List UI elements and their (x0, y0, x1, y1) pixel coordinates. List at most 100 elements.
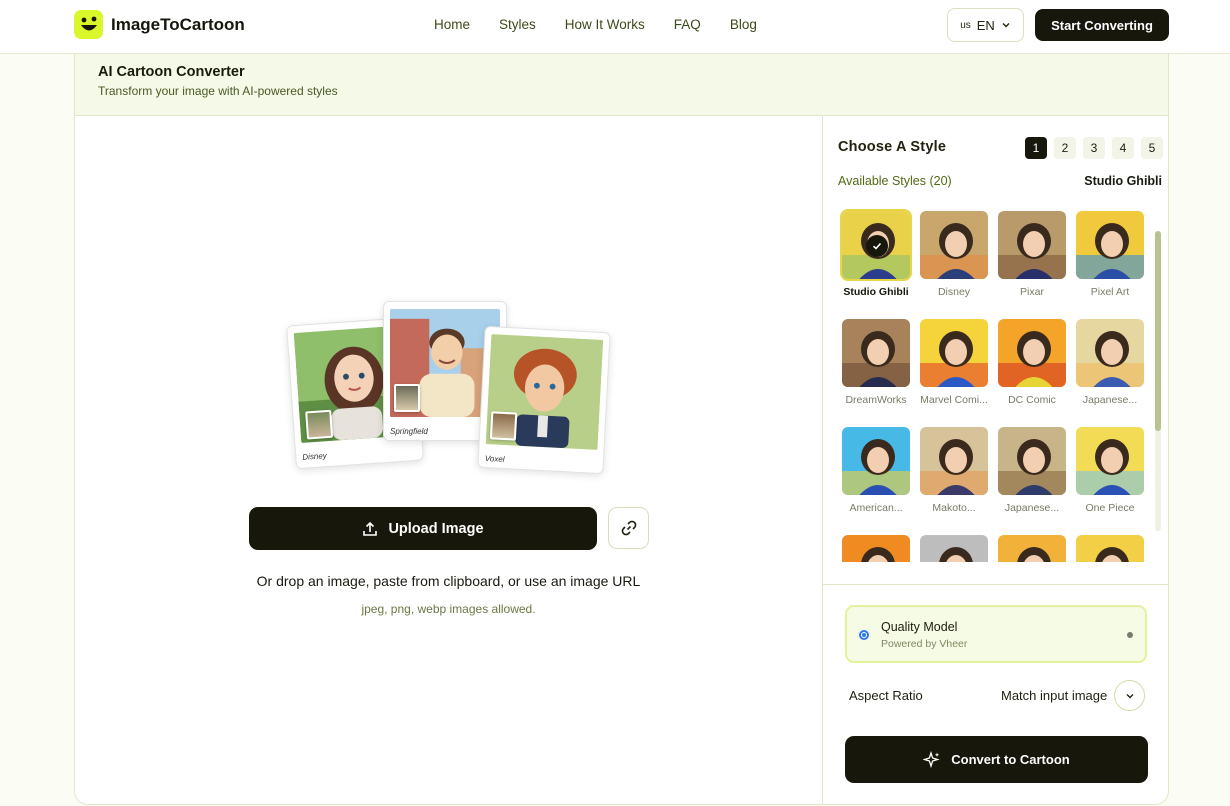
converter-header: AI Cartoon Converter Transform your imag… (75, 54, 1168, 116)
style-thumbnail (918, 425, 990, 497)
style-preview-image (998, 427, 1066, 495)
style-option[interactable]: Studio Ghibli (840, 209, 912, 298)
style-preview-image (1076, 319, 1144, 387)
quality-model-option[interactable]: Quality Model Powered by Vheer (845, 605, 1147, 663)
style-option-label: Japanese... (1082, 394, 1138, 406)
style-pane: Choose A Style 12345 Available Styles (2… (822, 116, 1168, 804)
style-page-5[interactable]: 5 (1141, 137, 1163, 159)
upload-image-button[interactable]: Upload Image (249, 507, 597, 550)
style-thumbnail (840, 533, 912, 562)
style-option[interactable] (918, 533, 990, 562)
style-preview-image (920, 211, 988, 279)
style-option-label: DreamWorks (845, 394, 907, 406)
style-preview-image (998, 211, 1066, 279)
divider (823, 584, 1168, 585)
model-provider: Powered by Vheer (881, 638, 968, 650)
converter-card: AI Cartoon Converter Transform your imag… (74, 54, 1169, 805)
style-option-label: Pixel Art (1090, 286, 1130, 298)
style-option[interactable]: Pixar (996, 209, 1068, 298)
style-option[interactable]: Japanese... (1074, 317, 1146, 406)
style-preview-image (998, 535, 1066, 562)
brand-name: ImageToCartoon (111, 14, 245, 34)
style-option-label: DC Comic (1008, 394, 1056, 406)
aspect-ratio-label: Aspect Ratio (849, 688, 923, 703)
style-option-label: Makoto... (932, 502, 976, 514)
style-option-label: Pixar (1020, 286, 1044, 298)
allowed-formats: jpeg, png, webp images allowed. (361, 602, 536, 616)
drop-instructions: Or drop an image, paste from clipboard, … (256, 573, 641, 589)
style-thumbnail (996, 209, 1068, 281)
nav-faq[interactable]: FAQ (674, 17, 701, 32)
status-dot-icon (1127, 632, 1133, 638)
style-preview-image (842, 535, 910, 562)
style-thumbnail (840, 425, 912, 497)
style-page-2[interactable]: 2 (1054, 137, 1076, 159)
style-option[interactable]: Marvel Comi... (918, 317, 990, 406)
style-thumbnail (840, 317, 912, 389)
style-option-label: One Piece (1085, 502, 1135, 514)
chevron-down-icon (1002, 23, 1010, 28)
aspect-ratio-value[interactable]: Match input image (1001, 688, 1107, 703)
style-option[interactable]: DreamWorks (840, 317, 912, 406)
start-converting-button[interactable]: Start Converting (1035, 9, 1169, 41)
sparkle-icon (923, 750, 940, 768)
style-thumbnail (996, 317, 1068, 389)
top-header: ImageToCartoon Home Styles How It Works … (0, 0, 1230, 54)
image-url-button[interactable] (608, 507, 649, 549)
nav-how-it-works[interactable]: How It Works (565, 17, 645, 32)
style-grid-scrollbar-thumb[interactable] (1155, 231, 1161, 431)
selected-style-name: Studio Ghibli (1084, 174, 1162, 188)
style-page-3[interactable]: 3 (1083, 137, 1105, 159)
style-option[interactable]: DC Comic (996, 317, 1068, 406)
convert-button-label: Convert to Cartoon (951, 752, 1070, 767)
nav-styles[interactable]: Styles (499, 17, 536, 32)
style-page-4[interactable]: 4 (1112, 137, 1134, 159)
flag-code: us (960, 19, 971, 31)
style-preview-image (1076, 211, 1144, 279)
style-pagination: 12345 (1025, 137, 1163, 159)
chevron-down-icon (1126, 693, 1133, 698)
language-code: EN (976, 17, 995, 33)
sample-illustration: Disney Springfield Voxel (285, 301, 615, 476)
style-preview-image (842, 427, 910, 495)
style-option[interactable] (1074, 533, 1146, 562)
upload-button-label: Upload Image (388, 520, 484, 537)
converter-subtitle: Transform your image with AI-powered sty… (98, 84, 338, 98)
link-icon (621, 520, 636, 536)
style-preview-image (842, 319, 910, 387)
sample-caption: Disney (302, 451, 328, 462)
style-thumbnail (918, 533, 990, 562)
style-preview-image (920, 427, 988, 495)
style-option[interactable]: Makoto... (918, 425, 990, 514)
style-option[interactable]: One Piece (1074, 425, 1146, 514)
style-grid[interactable]: Studio Ghibli Disney Pixar Pixel Art DreamWo… (823, 206, 1168, 562)
style-option[interactable] (996, 533, 1068, 562)
aspect-ratio-dropdown[interactable] (1114, 680, 1145, 711)
upload-pane[interactable]: Disney Springfield Voxel Upload Image Or… (75, 116, 822, 804)
style-thumbnail (1074, 209, 1146, 281)
original-photo-thumb (489, 411, 518, 441)
model-radio[interactable] (859, 630, 869, 640)
style-preview-image (1076, 535, 1144, 562)
convert-to-cartoon-button[interactable]: Convert to Cartoon (845, 736, 1148, 783)
style-option-label: American... (849, 502, 903, 514)
style-option[interactable] (840, 533, 912, 562)
model-name: Quality Model (881, 620, 958, 634)
style-page-1[interactable]: 1 (1025, 137, 1047, 159)
sample-card-voxel: Voxel (477, 325, 611, 475)
nav-home[interactable]: Home (434, 17, 470, 32)
style-preview-image (920, 535, 988, 562)
style-option[interactable]: Disney (918, 209, 990, 298)
style-option[interactable]: Japanese... (996, 425, 1068, 514)
style-preview-image (920, 319, 988, 387)
smiley-logo-icon (74, 10, 103, 39)
style-option-label: Studio Ghibli (843, 286, 909, 298)
nav-blog[interactable]: Blog (730, 17, 757, 32)
original-photo-thumb (394, 384, 420, 412)
style-option[interactable]: Pixel Art (1074, 209, 1146, 298)
brand-logo[interactable]: ImageToCartoon (74, 10, 245, 39)
language-selector[interactable]: us EN (947, 8, 1024, 42)
style-thumbnail (1074, 317, 1146, 389)
style-preview-image (1076, 427, 1144, 495)
style-option[interactable]: American... (840, 425, 912, 514)
